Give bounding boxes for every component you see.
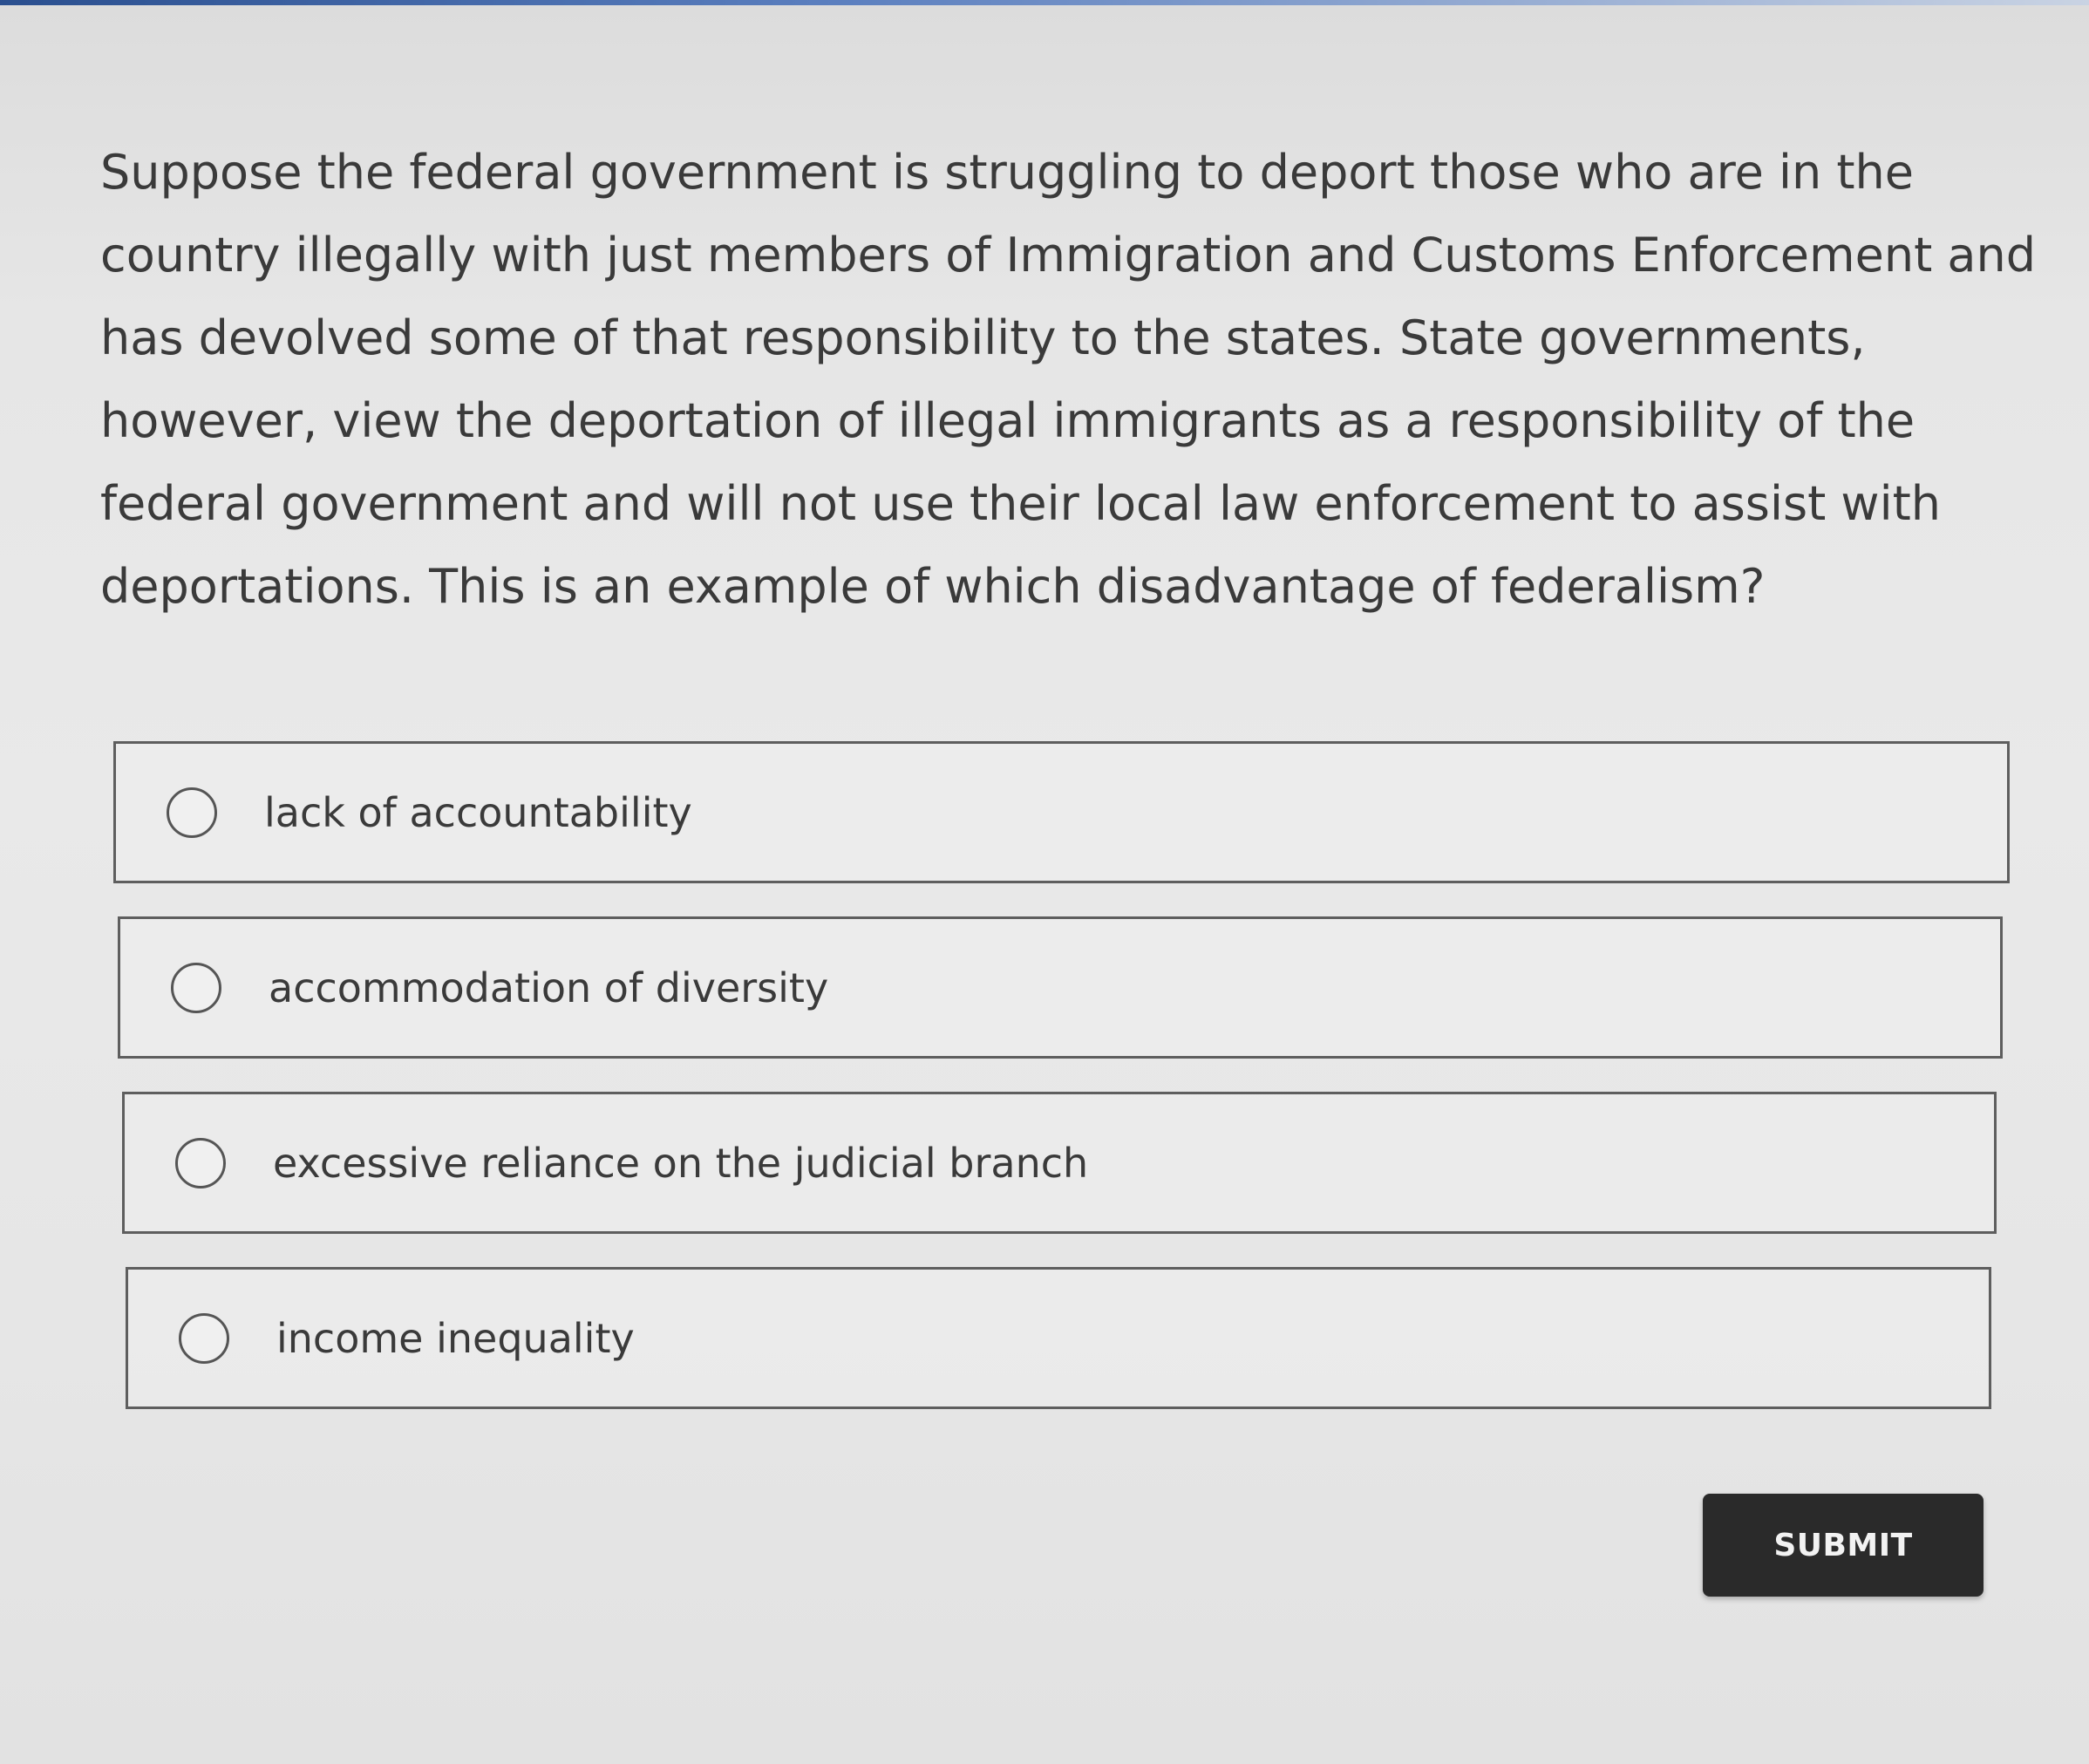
radio-button-icon[interactable] <box>175 1137 226 1188</box>
question-text: Suppose the federal government is strugg… <box>100 145 2037 614</box>
answer-options: lack of accountability accommodation of … <box>113 741 2010 1442</box>
answer-option-label: accommodation of diversity <box>269 964 829 1011</box>
answer-option-label: excessive reliance on the judicial branc… <box>273 1139 1089 1187</box>
submit-button[interactable]: SUBMIT <box>1703 1494 1984 1597</box>
radio-button-icon[interactable] <box>171 962 221 1013</box>
answer-option-label: income inequality <box>276 1314 635 1362</box>
top-header-strip <box>0 0 2089 5</box>
answer-option-label: lack of accountability <box>264 788 692 836</box>
answer-option[interactable]: income inequality <box>126 1267 1991 1409</box>
radio-button-icon[interactable] <box>179 1312 229 1364</box>
answer-option[interactable]: accommodation of diversity <box>118 916 2003 1059</box>
answer-option[interactable]: excessive reliance on the judicial branc… <box>122 1092 1997 1234</box>
radio-button-icon[interactable] <box>167 787 217 838</box>
answer-option[interactable]: lack of accountability <box>113 741 2010 883</box>
